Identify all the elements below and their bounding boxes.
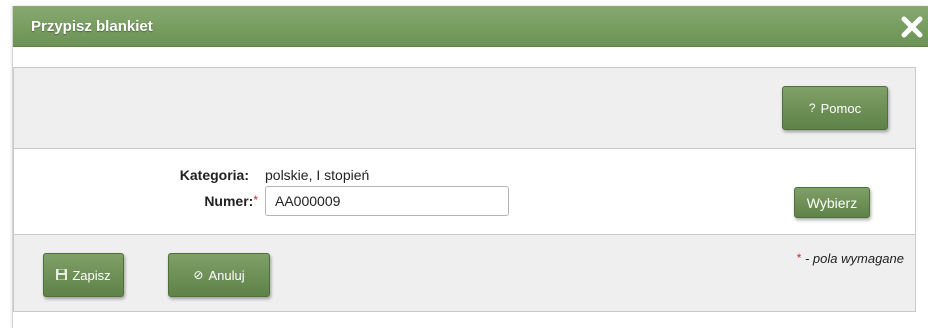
category-value: polskie, I stopień [265, 167, 370, 183]
pick-button[interactable]: Wybierz [794, 187, 870, 218]
required-marker: * [253, 193, 258, 207]
dialog-titlebar[interactable]: Przypisz blankiet [13, 6, 928, 47]
cancel-button-label: Anuluj [208, 267, 245, 283]
cancel-circle-icon: ⊘ [193, 268, 204, 282]
number-input[interactable] [265, 186, 509, 216]
category-label: Kategoria: [179, 167, 249, 183]
required-fields-note: * - pola wymagane [797, 251, 904, 266]
number-label-text: Numer: [204, 193, 254, 209]
form-panel: Kategoria: polskie, I stopień Numer:* Wy… [13, 149, 916, 234]
help-button[interactable]: ? Pomoc [782, 86, 888, 130]
number-label: Numer:* [164, 193, 258, 209]
close-icon[interactable] [899, 14, 925, 40]
floppy-disk-icon [56, 268, 68, 282]
required-note-text: - pola wymagane [801, 251, 904, 266]
footer-panel: Zapisz ⊘ Anuluj * - pola wymagane [13, 234, 916, 312]
question-mark-icon: ? [808, 101, 816, 115]
help-button-label: Pomoc [820, 100, 862, 116]
save-button-label: Zapisz [72, 267, 111, 283]
save-button[interactable]: Zapisz [43, 253, 124, 297]
assign-form-dialog: Przypisz blankiet ? Pomoc Kategoria: pol… [12, 6, 928, 328]
dialog-title: Przypisz blankiet [31, 18, 153, 35]
toolbar-panel: ? Pomoc [13, 67, 916, 149]
cancel-button[interactable]: ⊘ Anuluj [168, 253, 270, 297]
